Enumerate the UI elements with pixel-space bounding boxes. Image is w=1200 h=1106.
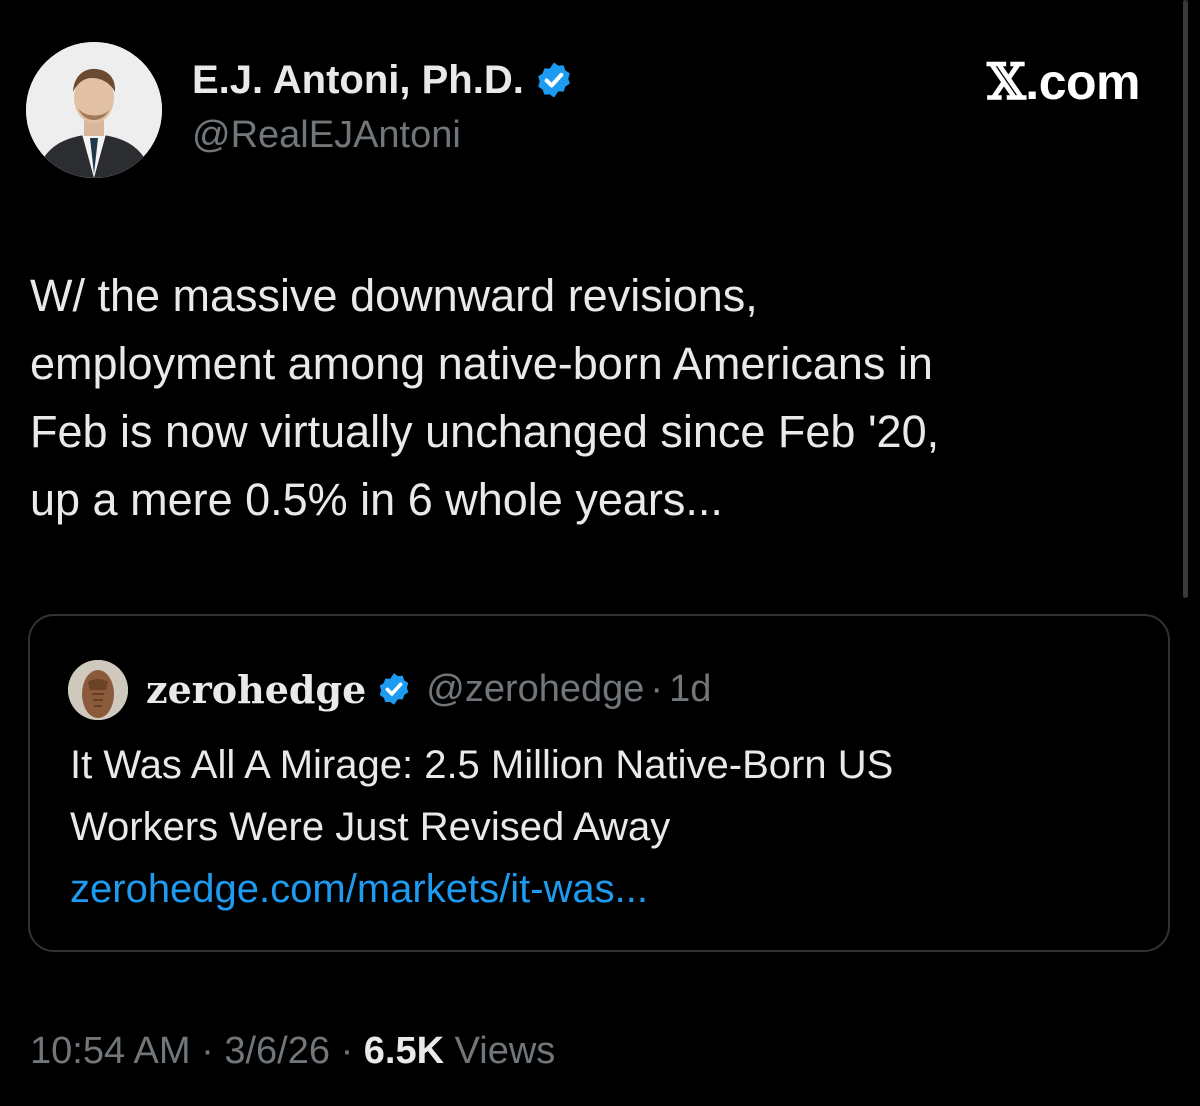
quoted-tweet-card[interactable]: zerohedge @zerohedge · 1d It Was All A Mir… (28, 614, 1170, 952)
tweet-line: employment among native-born Americans i… (30, 338, 933, 389)
footer-separator: · (340, 1030, 354, 1072)
quoted-text-line: It Was All A Mirage: 2.5 Million Native-… (70, 743, 894, 787)
quoted-tweet-link[interactable]: zerohedge.com/markets/it-was... (70, 858, 1150, 920)
quoted-text-line: Workers Were Just Revised Away (70, 805, 671, 849)
x-com-suffix: .com (1025, 54, 1140, 110)
verified-badge-icon (380, 673, 409, 705)
x-com-label: 𝕏.com (987, 52, 1140, 111)
quoted-author-avatar[interactable] (68, 660, 128, 720)
tweet-line: Feb is now virtually unchanged since Feb… (30, 406, 940, 457)
author-avatar[interactable] (26, 42, 162, 178)
tweet-time[interactable]: 10:54 AM (30, 1030, 191, 1072)
author-handle[interactable]: @RealEJAntoni (192, 114, 461, 157)
views-label: Views (454, 1030, 556, 1072)
views-count[interactable]: 6.5K (364, 1030, 444, 1072)
tweet-date[interactable]: 3/6/26 (224, 1030, 330, 1072)
tweet-footer: 10:54 AM · 3/6/26 · 6.5K Views (30, 1030, 555, 1073)
quoted-author-handle[interactable]: @zerohedge (426, 668, 644, 711)
x-logo-icon: 𝕏 (987, 52, 1026, 111)
verified-badge-icon (538, 62, 570, 98)
author-name-row[interactable]: E.J. Antoni, Ph.D. (192, 54, 574, 106)
tweet-line: up a mere 0.5% in 6 whole years... (30, 474, 723, 525)
tweet-line: W/ the massive downward revisions, (30, 270, 758, 321)
quoted-author-name[interactable]: zerohedge (146, 667, 366, 712)
footer-separator: · (201, 1030, 214, 1072)
quoted-tweet-header: zerohedge @zerohedge · 1d (146, 662, 711, 716)
profile-photo-avatar (26, 42, 162, 178)
quoted-tweet-text: It Was All A Mirage: 2.5 Million Native-… (70, 734, 1150, 920)
quoted-avatar-icon (68, 660, 128, 720)
tweet-text: W/ the massive downward revisions, emplo… (30, 262, 1150, 534)
scrollbar[interactable] (1183, 0, 1188, 598)
quoted-tweet-age[interactable]: 1d (669, 668, 711, 711)
meta-separator: · (650, 667, 664, 710)
author-display-name[interactable]: E.J. Antoni, Ph.D. (192, 58, 524, 103)
